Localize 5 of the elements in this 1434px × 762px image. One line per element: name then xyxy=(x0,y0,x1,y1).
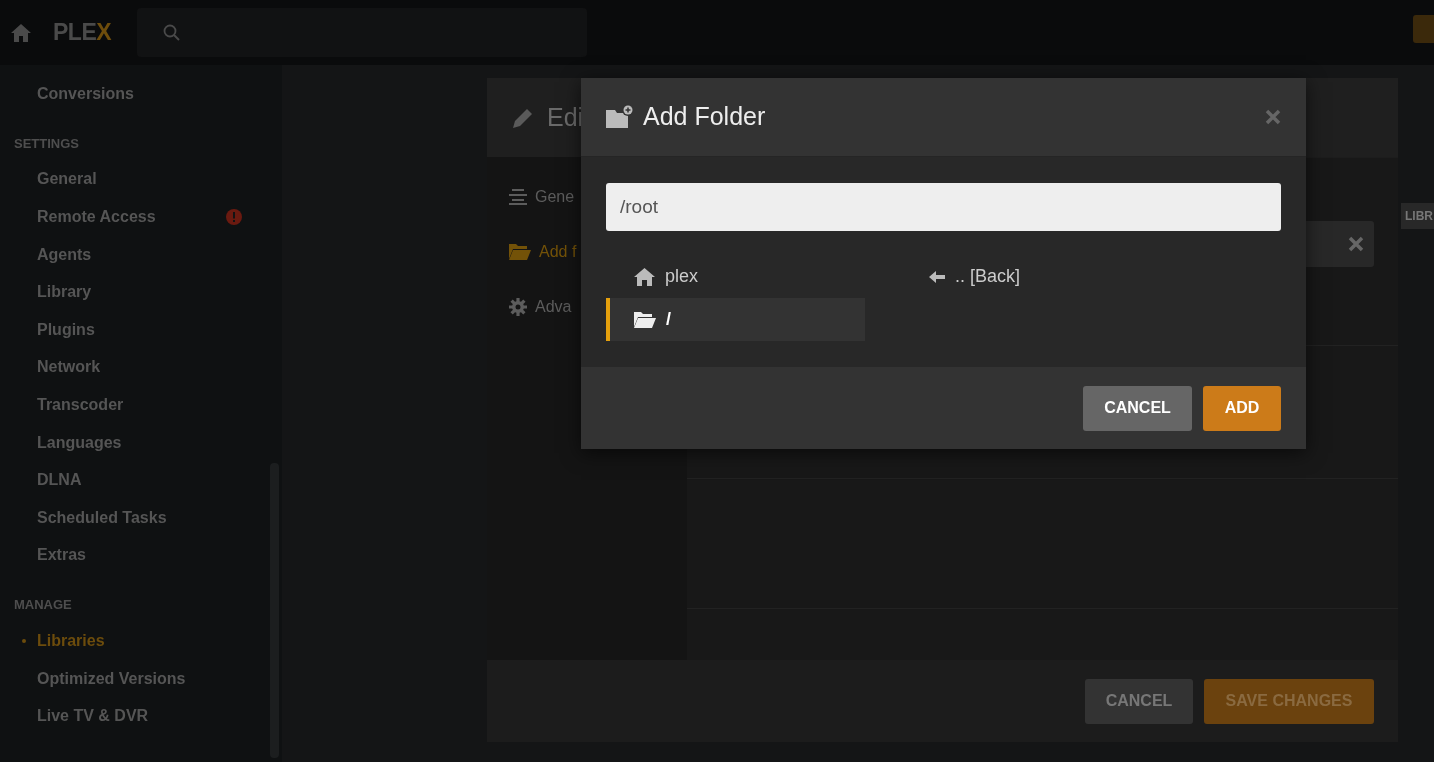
dialog-title: Add Folder xyxy=(643,101,766,133)
dialog-title: Edi xyxy=(547,101,584,133)
section-heading: MANAGE xyxy=(13,596,73,615)
section-heading: SETTINGS xyxy=(13,134,80,153)
library-tag: LIBR xyxy=(1401,203,1434,229)
